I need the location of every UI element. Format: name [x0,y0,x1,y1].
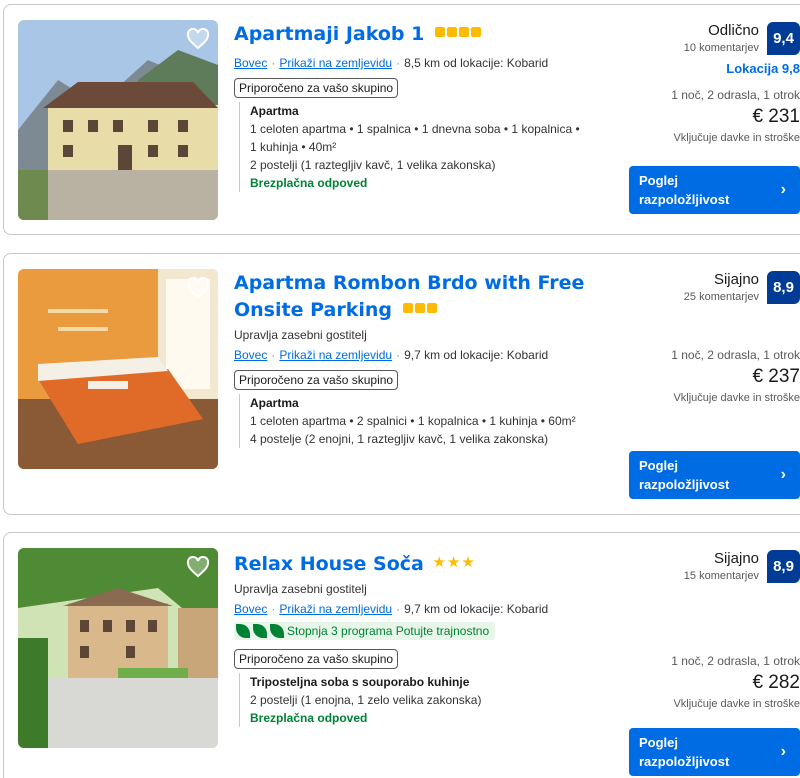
tax-note: Vključuje davke in stroške [673,698,800,710]
review-score[interactable]: Sijajno 25 komentarjev 8,9 [624,271,800,304]
favorite-heart-icon[interactable] [185,554,211,580]
recommended-badge: Priporočeno za vašo skupino [234,370,399,390]
room-line: 2 postelji (1 enojna, 1 zelo velika zako… [250,693,482,707]
room-type: Apartma [250,396,299,410]
leaf-icon [253,624,267,638]
review-count: 15 komentarjev [683,570,759,582]
property-title[interactable]: Apartma Rombon Brdo with Free Onsite Par… [234,272,584,321]
city-link[interactable]: Bovec [234,348,267,362]
score-badge: 9,4 [767,22,800,55]
review-count: 10 komentarjev [683,42,759,54]
review-count: 25 komentarjev [683,291,759,303]
rating-stars-icon: ★★★ [432,553,476,571]
favorite-heart-icon[interactable] [185,275,211,301]
sustainability-label: Stopnja 3 programa Potujte trajnostno [287,624,490,638]
property-card: Apartma Rombon Brdo with Free Onsite Par… [3,253,800,515]
cta-label: Poglej razpoložljivost [639,735,730,769]
tax-note: Vključuje davke in stroške [673,132,800,144]
room-type: Triposteljna soba s souporabo kuhinje [250,675,470,689]
city-link[interactable]: Bovec [234,56,267,70]
property-title[interactable]: Relax House Soča [234,553,424,575]
room-details: Apartma 1 celoten apartma • 1 spalnica •… [239,102,624,192]
stay-info: 1 noč, 2 odrasla, 1 otrok [671,88,800,102]
stay-info: 1 noč, 2 odrasla, 1 otrok [671,348,800,362]
sustainability-badge[interactable]: Stopnja 3 programa Potujte trajnostno [234,622,496,640]
tax-note: Vključuje davke in stroške [673,392,800,404]
price: € 231 [752,106,800,127]
chevron-right-icon: › [780,181,786,198]
score-badge: 8,9 [767,271,800,304]
stay-info: 1 noč, 2 odrasla, 1 otrok [671,654,800,668]
chevron-right-icon: › [780,466,786,483]
show-on-map-link[interactable]: Prikaži na zemljevidu [279,602,392,616]
recommended-badge: Priporočeno za vašo skupino [234,649,399,669]
cta-label: Poglej razpoložljivost [639,458,730,492]
leaf-icon [270,624,284,638]
review-score[interactable]: Odlično 10 komentarjev 9,4 [624,22,800,55]
chevron-right-icon: › [780,743,786,760]
property-photo[interactable] [18,548,218,748]
score-badge: 8,9 [767,550,800,583]
room-line: 1 celoten apartma • 1 spalnica • 1 dnevn… [250,122,580,136]
managed-by-text: Upravlja zasebni gostitelj [234,328,367,342]
review-score[interactable]: Sijajno 15 komentarjev 8,9 [624,550,800,583]
room-details: Triposteljna soba s souporabo kuhinje 2 … [239,673,624,727]
rating-squares-icon [402,303,437,313]
see-availability-button[interactable]: Poglej razpoložljivost › [629,451,800,499]
room-line: 1 celoten apartma • 2 spalnici • 1 kopal… [250,414,576,428]
city-link[interactable]: Bovec [234,602,267,616]
price: € 282 [752,672,800,693]
distance-text: 9,7 km od lokacije: Kobarid [404,602,549,616]
price: € 237 [752,366,800,387]
room-line: 1 kuhinja • 40m² [250,140,337,154]
room-type: Apartma [250,104,299,118]
property-card: Relax House Soča ★★★ Upravlja zasebni go… [3,532,800,778]
show-on-map-link[interactable]: Prikaži na zemljevidu [279,56,392,70]
property-photo[interactable] [18,269,218,469]
favorite-heart-icon[interactable] [185,26,211,52]
free-cancellation: Brezplačna odpoved [250,176,368,190]
score-word: Odlično [708,22,759,39]
rating-squares-icon [434,27,481,37]
distance-text: 8,5 km od lokacije: Kobarid [404,56,549,70]
property-photo[interactable] [18,20,218,220]
property-card: Apartmaji Jakob 1 Bovec · Prikaži na zemlj… [3,4,800,235]
score-word: Sijajno [713,271,759,288]
room-line: 2 postelji (1 raztegljiv kavč, 1 velika … [250,158,496,172]
leaf-icon [236,624,250,638]
see-availability-button[interactable]: Poglej razpoložljivost › [629,728,800,776]
free-cancellation: Brezplačna odpoved [250,711,368,725]
show-on-map-link[interactable]: Prikaži na zemljevidu [279,348,392,362]
property-title[interactable]: Apartmaji Jakob 1 [234,23,424,45]
managed-by-text: Upravlja zasebni gostitelj [234,582,367,596]
recommended-badge: Priporočeno za vašo skupino [234,78,399,98]
score-word: Sijajno [713,550,759,567]
room-details: Apartma 1 celoten apartma • 2 spalnici •… [239,394,624,448]
cta-label: Poglej razpoložljivost [639,173,730,207]
distance-text: 9,7 km od lokacije: Kobarid [404,348,549,362]
room-line: 4 postelje (2 enojni, 1 raztegljiv kavč,… [250,432,549,446]
see-availability-button[interactable]: Poglej razpoložljivost › [629,166,800,214]
location-score: Lokacija 9,8 [726,61,800,76]
